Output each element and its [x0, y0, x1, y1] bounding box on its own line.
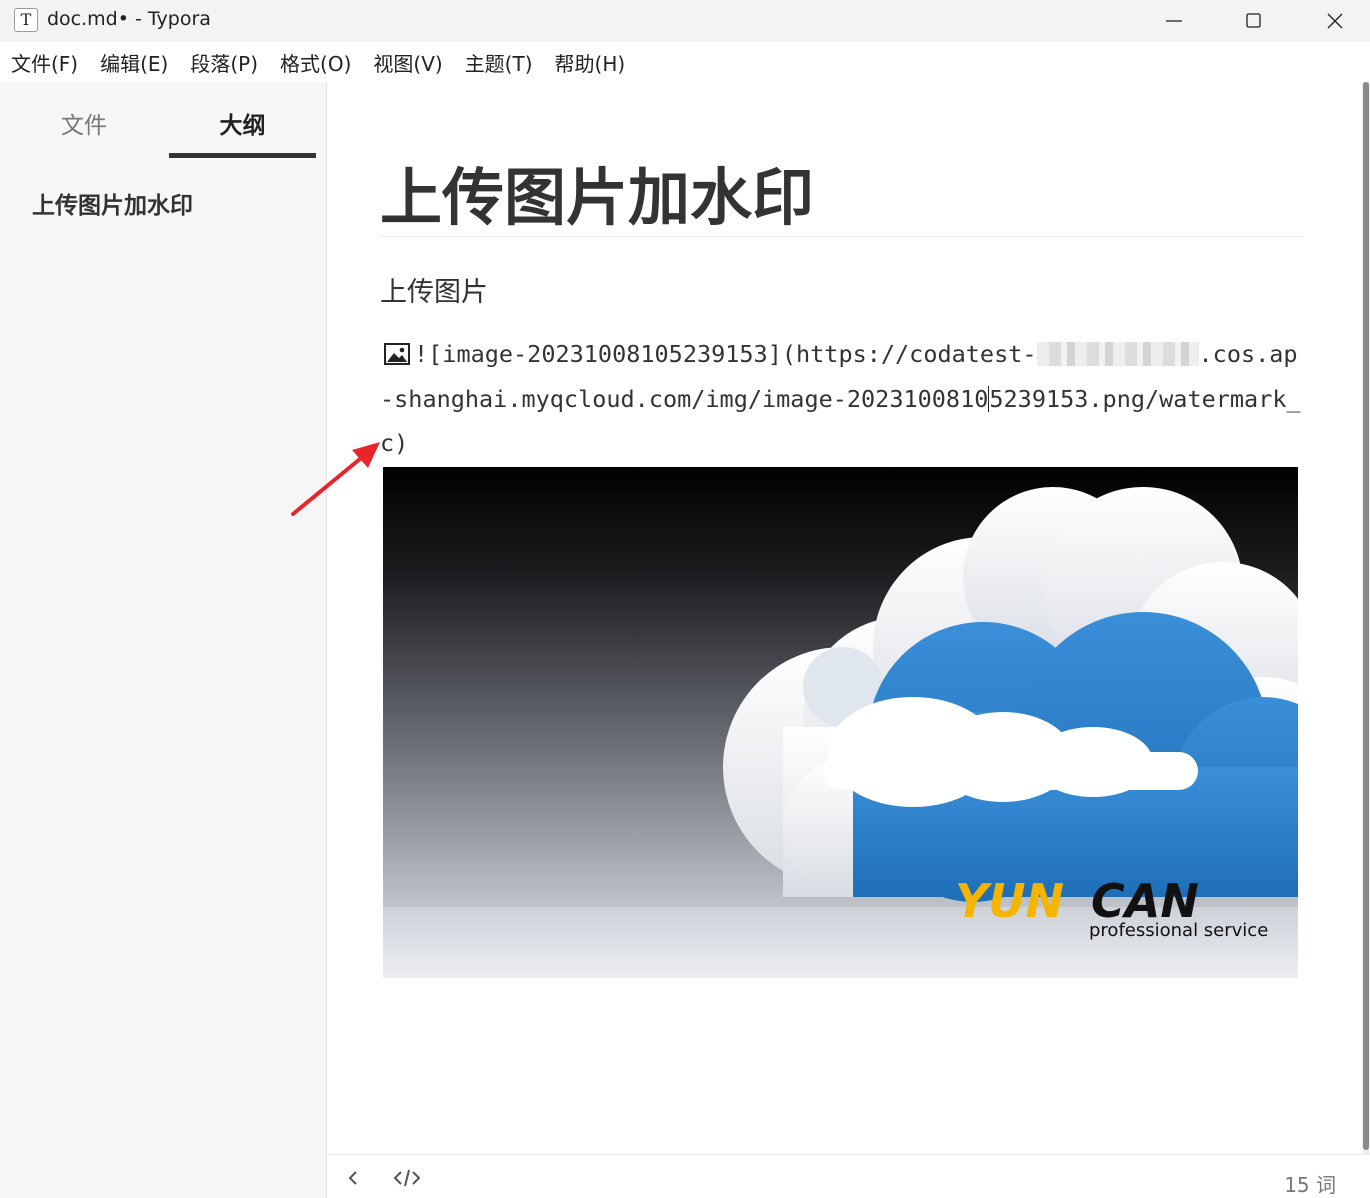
minimize-button[interactable] [1134, 0, 1214, 42]
scrollbar-thumb[interactable] [1363, 82, 1369, 1150]
minimize-icon [1166, 20, 1182, 22]
menu-view[interactable]: 视图(V) [362, 48, 453, 77]
menu-theme[interactable]: 主题(T) [454, 48, 544, 77]
close-icon [1327, 13, 1343, 29]
blurred-bucket-name [1036, 342, 1199, 366]
tab-outline[interactable]: 大纲 [169, 106, 316, 158]
menu-paragraph[interactable]: 段落(P) [179, 48, 269, 77]
markdown-src-start: ![image-20231008105239153](https://codat… [414, 340, 1037, 368]
cloud-image: YUN CAN professional service [383, 467, 1298, 978]
document-paragraph[interactable]: 上传图片 [380, 270, 488, 309]
annotation-arrow [291, 442, 380, 516]
toggle-sidebar-button[interactable] [338, 1163, 368, 1193]
menu-edit[interactable]: 编辑(E) [89, 48, 179, 77]
watermark-tagline: professional service [1089, 920, 1268, 941]
tab-files[interactable]: 文件 [10, 106, 158, 158]
code-icon [393, 1169, 421, 1187]
close-button[interactable] [1295, 0, 1370, 42]
window-title: doc.md• - Typora [47, 8, 211, 30]
status-bar: 15 词 [328, 1154, 1370, 1198]
editor-scrollbar[interactable] [1362, 82, 1370, 1154]
word-count[interactable]: 15 词 [1284, 1169, 1336, 1198]
sidebar: 文件 大纲 上传图片加水印 [0, 82, 327, 1198]
maximize-icon [1246, 13, 1261, 28]
editor-pane[interactable]: 上传图片加水印 上传图片 ![image-20231008105239153](… [328, 82, 1362, 1154]
outline-item[interactable]: 上传图片加水印 [32, 186, 193, 220]
image-preview[interactable]: YUN CAN professional service [383, 467, 1298, 978]
menu-file[interactable]: 文件(F) [0, 48, 89, 77]
title-bar: T doc.md• - Typora [0, 0, 1370, 42]
menu-help[interactable]: 帮助(H) [544, 48, 637, 77]
document-heading[interactable]: 上传图片加水印 [380, 160, 1304, 237]
maximize-button[interactable] [1214, 0, 1294, 42]
menu-bar: 文件(F) 编辑(E) 段落(P) 格式(O) 视图(V) 主题(T) 帮助(H… [0, 42, 1370, 82]
source-code-mode-button[interactable] [392, 1163, 422, 1193]
watermark-brand-yun: YUN [955, 874, 1064, 928]
menu-format[interactable]: 格式(O) [269, 48, 362, 77]
image-icon [384, 343, 410, 365]
image-markdown-source[interactable]: ![image-20231008105239153](https://codat… [380, 332, 1305, 466]
typora-app-icon: T [14, 8, 38, 32]
chevron-left-icon [348, 1171, 357, 1185]
